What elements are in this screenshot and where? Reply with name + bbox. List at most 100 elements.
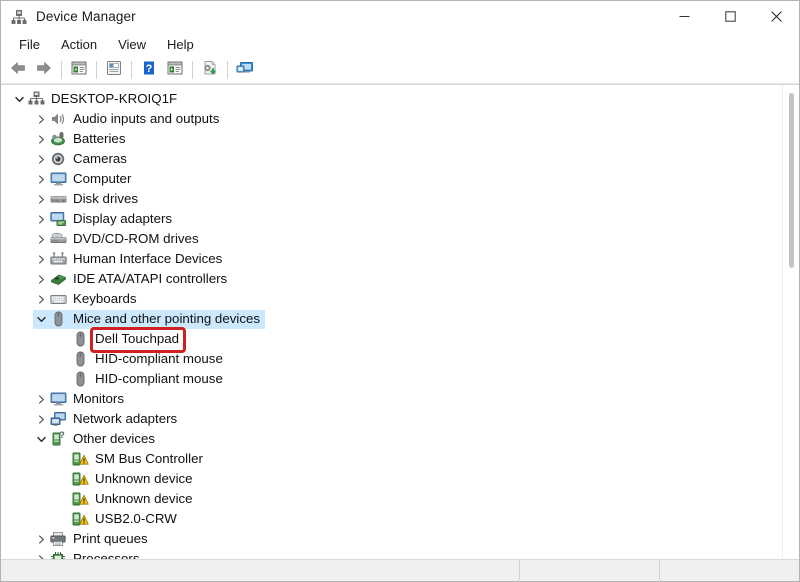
tree-row-content[interactable]: Print queues [33, 530, 153, 549]
maximize-button[interactable] [707, 1, 753, 32]
tree-row-content[interactable]: Processors [33, 550, 145, 559]
forward-button[interactable] [31, 58, 57, 82]
vertical-scrollbar[interactable] [782, 85, 799, 559]
tree-row[interactable]: Unknown device [1, 469, 782, 489]
tree-row-content[interactable]: Cameras [33, 150, 132, 169]
camera-icon [50, 151, 67, 167]
tree-row[interactable]: Audio inputs and outputs [1, 109, 782, 129]
tree-row[interactable]: Network adapters [1, 409, 782, 429]
tree-row-content[interactable]: Computer [33, 170, 136, 189]
tree-row[interactable]: Batteries [1, 129, 782, 149]
tree-row-content[interactable]: Unknown device [55, 470, 198, 489]
tree-row[interactable]: Unknown device [1, 489, 782, 509]
tree-row[interactable]: SM Bus Controller [1, 449, 782, 469]
tree-row-content[interactable]: SM Bus Controller [55, 450, 208, 469]
chevron-right-icon[interactable] [33, 414, 50, 424]
tree-row[interactable]: ? Other devices [1, 429, 782, 449]
show-hide-action-pane-button[interactable] [162, 58, 188, 82]
printer-icon [50, 531, 67, 547]
tree-row-content[interactable]: DESKTOP-KROIQ1F [11, 90, 182, 109]
tree-row[interactable]: Cameras [1, 149, 782, 169]
tree-row[interactable]: Processors [1, 549, 782, 559]
disk-drive-icon [50, 191, 67, 207]
tree-row[interactable]: Keyboards [1, 289, 782, 309]
tree-row-content[interactable]: USB2.0-CRW [55, 510, 182, 529]
tree-row-label: Mice and other pointing devices [73, 311, 261, 326]
status-pane-1 [519, 559, 659, 582]
tree-row[interactable]: IDE ATA/ATAPI controllers [1, 269, 782, 289]
tree-row-content[interactable]: Display adapters [33, 210, 177, 229]
scrollbar-thumb[interactable] [789, 93, 794, 268]
tree-row-content[interactable]: Batteries [33, 130, 130, 149]
tree-row-content[interactable]: Monitors [33, 390, 129, 409]
tree-row[interactable]: Disk drives [1, 189, 782, 209]
help-button[interactable]: ? [136, 58, 162, 82]
chevron-right-icon[interactable] [33, 234, 50, 244]
chevron-down-icon[interactable] [33, 435, 50, 444]
tree-row-content[interactable]: ? Other devices [33, 430, 160, 449]
tree-row-label: Keyboards [73, 291, 137, 306]
tree-row[interactable]: Monitors [1, 389, 782, 409]
help-question-icon: ? [140, 60, 158, 81]
svg-text:?: ? [59, 431, 65, 440]
chevron-right-icon[interactable] [33, 554, 50, 559]
tree-row[interactable]: HID-compliant mouse [1, 369, 782, 389]
chevron-right-icon[interactable] [33, 194, 50, 204]
toolbar-separator-4 [192, 61, 193, 79]
menu-action[interactable]: Action [52, 35, 106, 54]
chevron-down-icon[interactable] [33, 315, 50, 324]
tree-row-content[interactable]: HID-compliant mouse [55, 370, 228, 389]
tree-row[interactable]: DVD/CD-ROM drives [1, 229, 782, 249]
chevron-right-icon[interactable] [33, 394, 50, 404]
chevron-right-icon[interactable] [33, 534, 50, 544]
network-adapter-icon [50, 411, 67, 427]
tree-row[interactable]: Display adapters [1, 209, 782, 229]
properties-button[interactable] [101, 58, 127, 82]
tree-row-content[interactable]: IDE ATA/ATAPI controllers [33, 270, 232, 289]
tree-row[interactable]: Human Interface Devices [1, 249, 782, 269]
back-button[interactable] [5, 58, 31, 82]
tree-row-content[interactable]: Network adapters [33, 410, 182, 429]
show-hide-console-tree-button[interactable] [66, 58, 92, 82]
chevron-down-icon[interactable] [11, 95, 28, 104]
tree-row[interactable]: Print queues [1, 529, 782, 549]
tree-row[interactable]: Dell Touchpad [1, 329, 782, 349]
tree-row[interactable]: USB2.0-CRW [1, 509, 782, 529]
menu-file[interactable]: File [10, 35, 49, 54]
tree-row-content[interactable]: Audio inputs and outputs [33, 110, 224, 129]
tree-row[interactable]: DESKTOP-KROIQ1F [1, 89, 782, 109]
tree-row-content[interactable]: HID-compliant mouse [55, 350, 228, 369]
tree-row-label: Other devices [73, 431, 156, 446]
tree-row[interactable]: Mice and other pointing devices [1, 309, 782, 329]
tree-row[interactable]: Computer [1, 169, 782, 189]
menu-help[interactable]: Help [158, 35, 203, 54]
update-driver-button[interactable] [197, 58, 223, 82]
tree-row[interactable]: HID-compliant mouse [1, 349, 782, 369]
tree-row-content[interactable]: Mice and other pointing devices [33, 309, 266, 329]
tree-row-content[interactable]: Unknown device [55, 490, 198, 509]
svg-text:?: ? [146, 63, 153, 75]
chevron-right-icon[interactable] [33, 274, 50, 284]
chevron-right-icon[interactable] [33, 114, 50, 124]
chevron-right-icon[interactable] [33, 154, 50, 164]
tree-row-content[interactable]: Disk drives [33, 190, 143, 209]
keyboard-icon [50, 291, 67, 307]
tree-row-label: Network adapters [73, 411, 178, 426]
battery-icon [50, 131, 67, 147]
tree-row-content[interactable]: Human Interface Devices [33, 250, 227, 269]
menu-view[interactable]: View [109, 35, 155, 54]
chevron-right-icon[interactable] [33, 254, 50, 264]
chevron-right-icon[interactable] [33, 134, 50, 144]
close-button[interactable] [753, 1, 799, 32]
minimize-button[interactable] [661, 1, 707, 32]
scan-for-hardware-changes-button[interactable] [232, 58, 258, 82]
chevron-right-icon[interactable] [33, 294, 50, 304]
tree-row-content[interactable]: Keyboards [33, 290, 142, 309]
chevron-right-icon[interactable] [33, 174, 50, 184]
tree-row-content[interactable]: Dell Touchpad [55, 330, 184, 349]
tree-row-label: Display adapters [73, 211, 173, 226]
tree-row-content[interactable]: DVD/CD-ROM drives [33, 230, 204, 249]
chevron-right-icon[interactable] [33, 214, 50, 224]
tree-row-label: Print queues [73, 531, 148, 546]
device-tree[interactable]: DESKTOP-KROIQ1F Audio inputs and outputs B… [1, 89, 782, 559]
